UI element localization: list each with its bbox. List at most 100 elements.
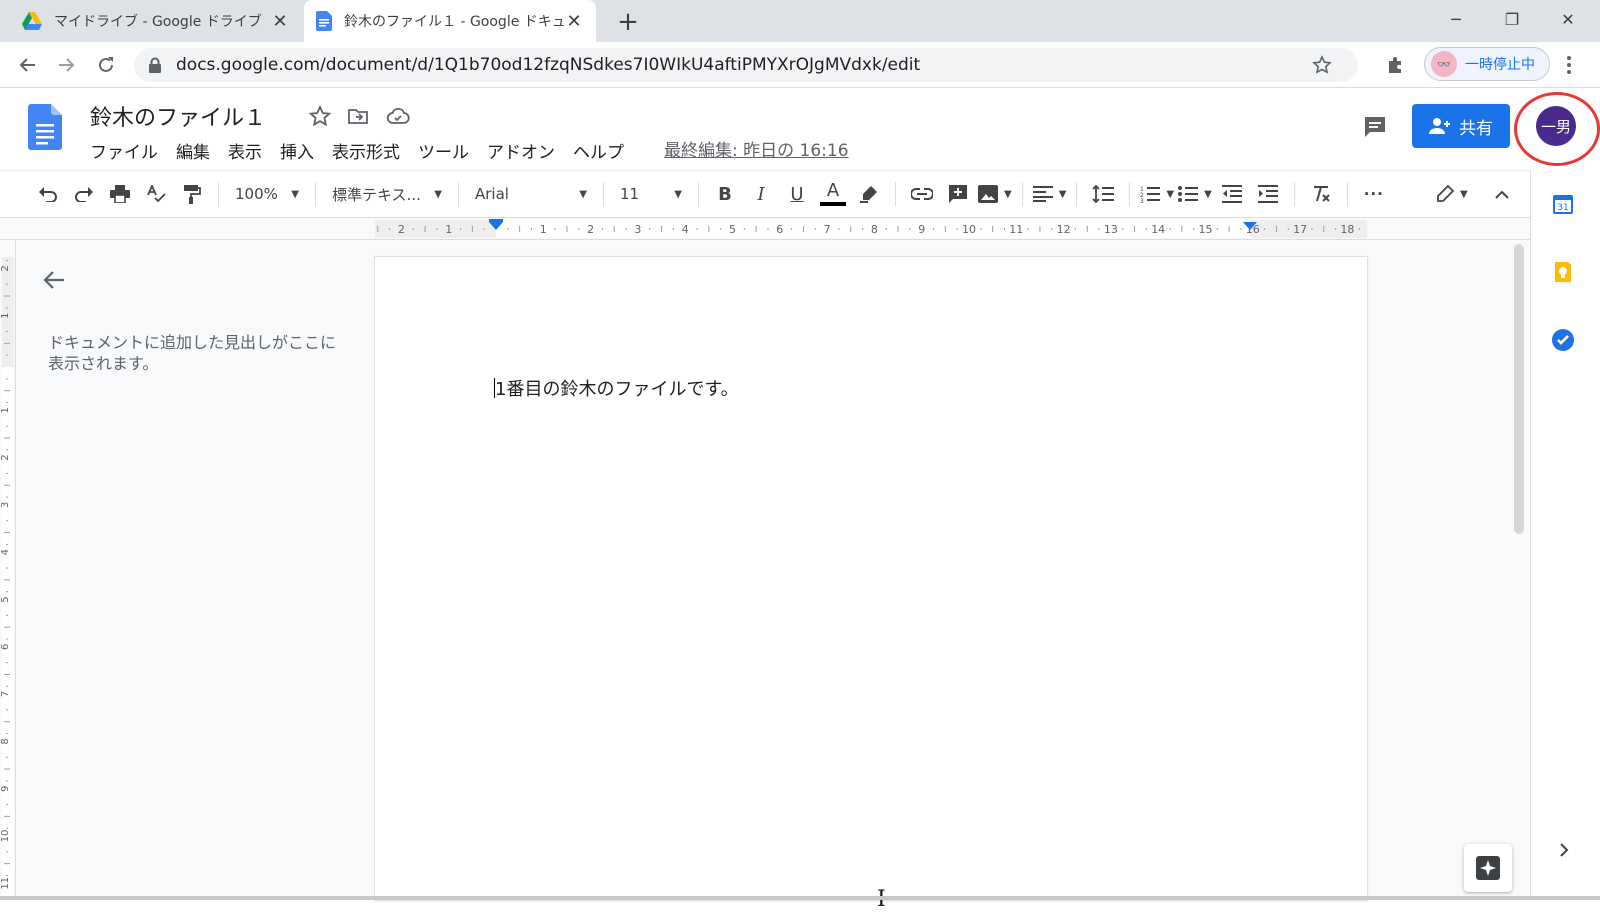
paragraph-style-select[interactable]: 標準テキス... ▼ (326, 178, 448, 210)
share-button[interactable]: 共有 (1412, 104, 1510, 148)
paint-format-icon[interactable] (176, 178, 208, 210)
minimize-icon[interactable]: ─ (1428, 0, 1484, 38)
chevron-down-icon: ▼ (1459, 188, 1468, 200)
clear-formatting-icon[interactable] (1305, 178, 1337, 210)
google-drive-icon (22, 12, 42, 30)
style-value: 標準テキス... (332, 185, 421, 204)
zoom-select[interactable]: 100% ▼ (229, 178, 305, 210)
highlight-pen-icon[interactable] (853, 178, 885, 210)
profile-glasses-icon: 👓 (1431, 51, 1457, 77)
bookmark-star-icon[interactable] (1312, 55, 1332, 75)
back-arrow-icon[interactable] (14, 51, 42, 79)
ruler-label: 10 (962, 223, 976, 236)
undo-icon[interactable] (32, 178, 64, 210)
text-color-swatch (820, 202, 846, 206)
horizontal-ruler[interactable]: 2 1 1 2 3 4 5 6 7 8 9 10 11 12 13 14 15 16 17 18 (0, 218, 1530, 240)
restore-icon[interactable]: ❐ (1484, 0, 1540, 38)
toolbar-divider (1293, 182, 1295, 206)
ruler-label: 13 (1104, 223, 1118, 236)
chevron-down-icon: ▼ (579, 188, 587, 200)
star-icon[interactable] (308, 104, 332, 128)
chevron-down-icon: ▼ (1004, 188, 1012, 200)
back-arrow-icon[interactable] (40, 266, 68, 294)
menu-format[interactable]: 表示形式 (332, 138, 400, 163)
ruler-label: 17 (1293, 223, 1307, 236)
ruler-label: 9 (918, 223, 925, 236)
spellcheck-icon[interactable] (140, 178, 172, 210)
document-title[interactable]: 鈴木のファイル１ (90, 100, 266, 132)
vertical-ruler-label: 1 (0, 407, 11, 413)
numbered-list-icon[interactable]: 1 2 3 ▼ (1140, 178, 1174, 210)
vertical-scrollbar[interactable] (1514, 244, 1524, 534)
vertical-ruler-label: 9 (0, 786, 11, 792)
menu-insert[interactable]: 挿入 (280, 138, 314, 163)
ruler-label: 2 (587, 223, 594, 236)
ruler-label: 3 (634, 223, 641, 236)
ruler-label: 1 (540, 223, 547, 236)
increase-indent-icon[interactable] (1252, 178, 1284, 210)
menu-tools[interactable]: ツール (418, 138, 469, 163)
address-bar[interactable]: docs.google.com/document/d/1Q1b70od12fzq… (134, 48, 1358, 82)
text-color-button[interactable]: A (817, 178, 849, 210)
url-text: docs.google.com/document/d/1Q1b70od12fzq… (176, 55, 921, 75)
redo-icon[interactable] (68, 178, 100, 210)
collapse-toolbar-icon[interactable] (1486, 178, 1518, 210)
more-vert-icon[interactable] (1566, 55, 1572, 75)
menu-edit[interactable]: 編集 (176, 138, 210, 163)
extensions-puzzle-icon[interactable] (1386, 55, 1406, 75)
tab-google-drive[interactable]: マイドライブ - Google ドライブ ✕ (10, 0, 302, 42)
cloud-saved-icon[interactable] (386, 104, 410, 128)
keep-bulb-icon[interactable] (1551, 260, 1575, 284)
comment-history-icon[interactable] (1362, 114, 1388, 140)
vertical-ruler-label: 1 (0, 313, 11, 319)
close-window-icon[interactable]: ✕ (1540, 0, 1596, 38)
more-options-button[interactable]: ··· (1358, 178, 1390, 210)
font-size-select[interactable]: 11 ▼ (614, 178, 688, 210)
window-bottom-edge (0, 896, 1600, 900)
menu-help[interactable]: ヘルプ (573, 138, 624, 163)
insert-image-icon[interactable]: ▼ (978, 178, 1012, 210)
calendar-icon[interactable]: 31 (1551, 192, 1575, 216)
document-page[interactable]: 1番目の鈴木のファイルです。 I (375, 257, 1367, 912)
tab-google-docs[interactable]: 鈴木のファイル１ - Google ドキュメント ✕ (304, 0, 596, 42)
insert-link-icon[interactable] (906, 178, 938, 210)
ruler-label: 15 (1199, 223, 1213, 236)
font-select[interactable]: Arial ▼ (469, 178, 593, 210)
align-left-icon[interactable]: ▼ (1032, 178, 1066, 210)
print-icon[interactable] (104, 178, 136, 210)
menu-file[interactable]: ファイル (90, 138, 158, 163)
close-tab-icon[interactable]: ✕ (564, 11, 584, 32)
tasks-check-icon[interactable] (1551, 328, 1575, 352)
ruler-label: 18 (1340, 223, 1354, 236)
bulleted-list-icon[interactable]: ▼ (1178, 178, 1212, 210)
forward-arrow-icon[interactable] (52, 51, 80, 79)
tab-title: マイドライブ - Google ドライブ (54, 14, 262, 30)
underline-button[interactable]: U (781, 178, 813, 210)
move-folder-icon[interactable] (346, 104, 370, 128)
vertical-ruler-label: 11 (0, 877, 11, 890)
add-comment-icon[interactable] (942, 178, 974, 210)
italic-button[interactable]: I (745, 178, 777, 210)
docs-logo-icon[interactable] (28, 104, 62, 150)
decrease-indent-icon[interactable] (1216, 178, 1248, 210)
new-tab-icon[interactable]: + (614, 8, 642, 36)
editing-mode-pencil-icon[interactable]: ▼ (1436, 178, 1468, 210)
close-tab-icon[interactable]: ✕ (270, 11, 290, 32)
tab-title: 鈴木のファイル１ - Google ドキュメント (344, 14, 564, 30)
chevron-right-icon[interactable] (1559, 842, 1569, 858)
menu-addons[interactable]: アドオン (487, 138, 555, 163)
reload-icon[interactable] (92, 51, 120, 79)
last-edit-link[interactable]: 最終編集: 昨日の 16:16 (664, 136, 849, 161)
profile-chip[interactable]: 👓 一時停止中 (1424, 47, 1550, 81)
bold-button[interactable]: B (709, 178, 741, 210)
menu-view[interactable]: 表示 (228, 138, 262, 163)
vertical-ruler[interactable]: 2 1 1 2 3 4 5 6 7 8 9 10 11 (0, 240, 16, 900)
line-spacing-icon[interactable] (1087, 178, 1119, 210)
explore-button[interactable] (1464, 844, 1512, 892)
vertical-ruler-label: 8 (0, 738, 11, 744)
docs-header: 鈴木のファイル１ ファイル 編集 表示 挿入 表示形式 ツール アドオン ヘルプ… (0, 88, 1600, 170)
document-body-text[interactable]: 1番目の鈴木のファイルです。 (495, 375, 739, 401)
side-panel: 31 (1530, 170, 1600, 900)
vertical-ruler-scale: 211234567891011 (0, 257, 14, 900)
share-label: 共有 (1459, 118, 1493, 139)
